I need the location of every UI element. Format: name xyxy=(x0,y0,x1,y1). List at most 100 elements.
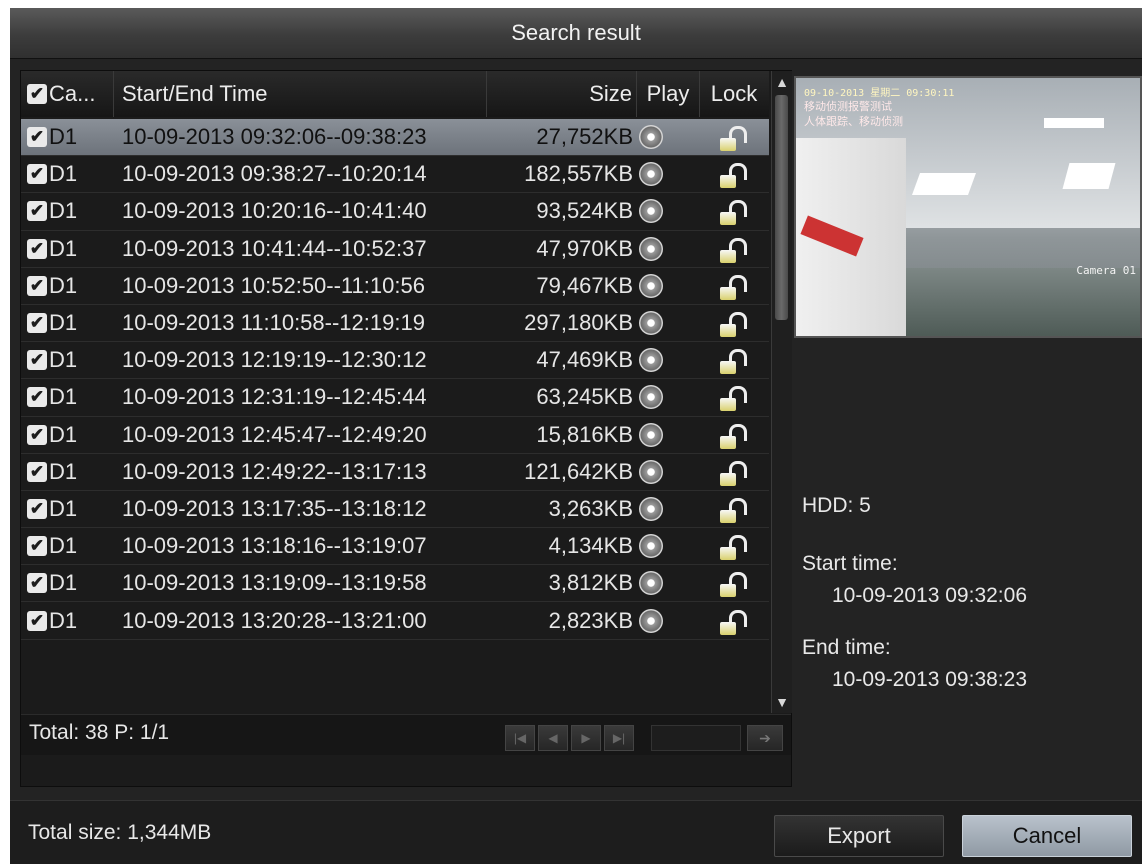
row-size: 93,524KB xyxy=(536,198,633,224)
unlocked-padlock-icon[interactable] xyxy=(720,272,748,300)
preview-light xyxy=(1044,118,1104,128)
unlocked-padlock-icon[interactable] xyxy=(720,532,748,561)
play-icon[interactable] xyxy=(639,459,663,484)
row-size: 15,816KB xyxy=(536,421,633,447)
row-time: 10-09-2013 12:49:22--13:17:13 xyxy=(122,458,427,484)
unlocked-padlock-icon[interactable] xyxy=(720,123,748,152)
scroll-down-icon[interactable]: ▼ xyxy=(772,691,792,713)
first-page-icon[interactable]: |◀ xyxy=(505,725,535,751)
row-size: 121,642KB xyxy=(524,458,633,484)
checkmark-icon[interactable]: ✔ xyxy=(27,350,47,371)
unlocked-padlock-icon[interactable] xyxy=(720,160,748,189)
row-time: 10-09-2013 13:17:35--13:18:12 xyxy=(122,495,427,521)
play-icon[interactable] xyxy=(639,236,663,261)
checkmark-icon[interactable]: ✔ xyxy=(27,238,47,259)
table-row[interactable]: ✔ D1 10-09-2013 12:45:47--12:49:20 15,816KB xyxy=(21,417,769,454)
play-icon[interactable] xyxy=(639,571,663,596)
row-play-cell xyxy=(637,422,700,447)
play-icon[interactable] xyxy=(639,496,663,521)
export-button[interactable]: Export xyxy=(774,815,944,857)
unlocked-padlock-icon[interactable] xyxy=(720,458,748,486)
row-camera-cell: ✔ D1 xyxy=(21,496,114,522)
row-camera-cell: ✔ D1 xyxy=(21,347,114,373)
header-camera-label: Ca... xyxy=(49,81,96,106)
unlocked-padlock-icon[interactable] xyxy=(720,309,748,338)
table-row[interactable]: ✔ D1 10-09-2013 09:32:06--09:38:23 27,752KB xyxy=(21,119,769,157)
header-play: Play xyxy=(637,71,700,117)
table-row[interactable]: ✔ D1 10-09-2013 10:41:44--10:52:37 47,970KB xyxy=(21,231,769,268)
play-icon[interactable] xyxy=(639,534,663,559)
checkmark-icon[interactable]: ✔ xyxy=(27,313,47,334)
unlocked-padlock-icon[interactable] xyxy=(720,383,748,412)
next-page-icon[interactable]: ▶ xyxy=(571,725,601,751)
scroll-thumb[interactable] xyxy=(775,95,788,320)
scroll-up-icon[interactable]: ▲ xyxy=(772,71,792,93)
checkmark-icon[interactable]: ✔ xyxy=(27,573,47,594)
table-row[interactable]: ✔ D1 10-09-2013 12:49:22--13:17:13 121,642K… xyxy=(21,454,769,491)
row-play-cell xyxy=(637,348,700,373)
table-row[interactable]: ✔ D1 10-09-2013 11:10:58--12:19:19 297,180K… xyxy=(21,305,769,343)
table-row[interactable]: ✔ D1 10-09-2013 13:19:09--13:19:58 3,812KB xyxy=(21,565,769,603)
header-time[interactable]: Start/End Time xyxy=(114,71,487,117)
list-scrollbar[interactable]: ▲ ▼ xyxy=(771,71,792,713)
play-icon[interactable] xyxy=(639,199,663,224)
checkmark-icon[interactable]: ✔ xyxy=(27,275,47,296)
prev-page-icon[interactable]: ◀ xyxy=(538,725,568,751)
last-page-icon[interactable]: ▶| xyxy=(604,725,634,751)
table-row[interactable]: ✔ D1 10-09-2013 13:18:16--13:19:07 4,134KB xyxy=(21,528,769,566)
play-icon[interactable] xyxy=(639,125,663,150)
total-size: Total size: 1,344MB xyxy=(28,821,212,844)
row-size: 182,557KB xyxy=(524,161,633,187)
row-camera: D1 xyxy=(49,533,78,559)
play-icon[interactable] xyxy=(639,385,663,410)
play-icon[interactable] xyxy=(639,422,663,447)
row-play-cell xyxy=(637,273,700,298)
header-camera[interactable]: ✔ Ca... xyxy=(21,71,114,117)
row-lock-cell xyxy=(700,235,768,263)
go-page-icon[interactable]: ➔ xyxy=(747,725,783,751)
play-icon[interactable] xyxy=(639,608,663,633)
checkmark-icon[interactable]: ✔ xyxy=(27,424,47,445)
checkmark-icon[interactable]: ✔ xyxy=(27,127,47,148)
table-row[interactable]: ✔ D1 10-09-2013 12:31:19--12:45:44 63,245KB xyxy=(21,379,769,417)
header-size[interactable]: Size xyxy=(487,71,637,117)
row-time: 10-09-2013 11:10:58--12:19:19 xyxy=(122,310,425,336)
table-row[interactable]: ✔ D1 10-09-2013 13:20:28--13:21:00 2,823KB xyxy=(21,602,769,640)
table-header: ✔ Ca... Start/End Time Size Play Lock xyxy=(21,71,769,117)
play-icon[interactable] xyxy=(639,348,663,373)
checkmark-icon[interactable]: ✔ xyxy=(27,610,47,631)
row-play-cell xyxy=(637,236,700,261)
play-icon[interactable] xyxy=(639,162,663,187)
row-lock-cell xyxy=(700,532,768,561)
row-camera: D1 xyxy=(49,161,78,187)
unlocked-padlock-icon[interactable] xyxy=(720,421,748,449)
row-camera: D1 xyxy=(49,495,78,521)
checkmark-icon[interactable]: ✔ xyxy=(27,461,47,482)
row-play-cell xyxy=(637,385,700,410)
row-size: 4,134KB xyxy=(548,533,633,559)
cancel-button[interactable]: Cancel xyxy=(962,815,1132,857)
play-icon[interactable] xyxy=(639,311,663,336)
checkmark-icon[interactable]: ✔ xyxy=(27,498,47,519)
table-row[interactable]: ✔ D1 10-09-2013 13:17:35--13:18:12 3,263KB xyxy=(21,491,769,529)
row-camera: D1 xyxy=(49,124,78,150)
play-icon[interactable] xyxy=(639,273,663,298)
unlocked-padlock-icon[interactable] xyxy=(720,495,748,523)
checkmark-icon[interactable]: ✔ xyxy=(27,387,47,408)
unlocked-padlock-icon[interactable] xyxy=(720,197,748,226)
unlocked-padlock-icon[interactable] xyxy=(720,607,748,635)
table-row[interactable]: ✔ D1 10-09-2013 10:52:50--11:10:56 79,467KB xyxy=(21,268,769,305)
table-row[interactable]: ✔ D1 10-09-2013 12:19:19--12:30:12 47,469KB xyxy=(21,342,769,380)
table-row[interactable]: ✔ D1 10-09-2013 10:20:16--10:41:40 93,524KB xyxy=(21,193,769,231)
checkmark-icon[interactable]: ✔ xyxy=(27,201,47,222)
start-time-label: Start time: xyxy=(802,552,898,575)
row-time: 10-09-2013 13:18:16--13:19:07 xyxy=(122,533,427,559)
checkmark-icon[interactable]: ✔ xyxy=(27,536,47,557)
page-number-input[interactable] xyxy=(651,725,741,751)
unlocked-padlock-icon[interactable] xyxy=(720,346,748,375)
select-all-checkbox[interactable]: ✔ xyxy=(27,84,47,104)
checkmark-icon[interactable]: ✔ xyxy=(27,164,47,185)
unlocked-padlock-icon[interactable] xyxy=(720,235,748,263)
table-row[interactable]: ✔ D1 10-09-2013 09:38:27--10:20:14 182,557K… xyxy=(21,156,769,194)
unlocked-padlock-icon[interactable] xyxy=(720,569,748,598)
